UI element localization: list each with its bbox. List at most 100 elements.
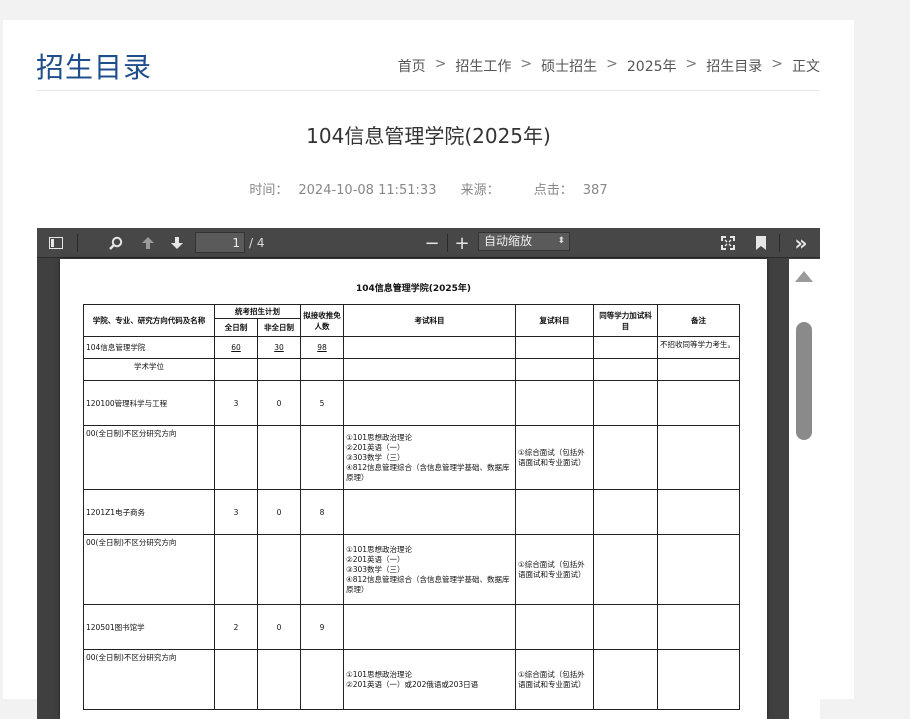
breadcrumb-separator: > (520, 56, 533, 72)
row-equivalent (593, 336, 658, 359)
time-value: 2024-10-08 11:51:33 (298, 183, 437, 198)
row-exam (343, 604, 516, 650)
table-row: 00(全日制)不区分研究方向 ①101思想政治理论 ②201英语（一） ③303数… (83, 534, 740, 605)
row-exam: ①101思想政治理论 ②201英语（一） ③303数学（三） ④812信息管理综… (343, 534, 516, 605)
row-equivalent (593, 604, 658, 650)
row-equivalent (593, 534, 658, 605)
next-page-icon[interactable] (164, 228, 190, 258)
page-number-input[interactable] (195, 232, 245, 253)
table-row: 00(全日制)不区分研究方向 ①101思想政治理论 ②201英语（一）或202俄语… (83, 649, 740, 710)
table-row: 00(全日制)不区分研究方向 ①101思想政治理论 ②201英语（一） ③303数… (83, 425, 740, 490)
header-part-time: 非全日制 (257, 318, 301, 337)
source-label: 来源： (460, 183, 500, 198)
bookmark-icon[interactable] (748, 228, 774, 258)
row-exempt: 9 (300, 604, 344, 650)
breadcrumb-separator: > (434, 56, 447, 72)
row-name: 00(全日制)不区分研究方向 (83, 534, 215, 605)
row-exam (343, 358, 516, 381)
section-title: 招生目录 (36, 51, 153, 84)
row-exempt: 98 (300, 336, 344, 359)
row-remark (657, 604, 740, 650)
table-row: 1201Z1电子商务 3 0 8 (83, 489, 740, 535)
row-full-time (214, 649, 258, 710)
row-part-time (257, 425, 301, 490)
breadcrumb: 首页 > 招生工作 > 硕士招生 > 2025年 > 招生目录 > 正文 (398, 56, 820, 76)
document-title: 104信息管理学院(2025年) (355, 284, 472, 294)
content-card: 招生目录 首页 > 招生工作 > 硕士招生 > 2025年 > 招生目录 > 正… (3, 20, 854, 719)
presentation-mode-icon[interactable] (715, 228, 741, 258)
row-remark: 不招收同等学力考生。 (657, 336, 740, 359)
row-retest (515, 604, 594, 650)
row-retest (515, 358, 594, 381)
row-equivalent (593, 489, 658, 535)
breadcrumb-admissions[interactable]: 招生工作 (455, 56, 511, 76)
meta-source: 来源： (456, 183, 515, 198)
row-exam: ①101思想政治理论 ②201英语（一）或202俄语或203日语 (343, 649, 516, 710)
row-retest (515, 489, 594, 535)
catalog-body: 104信息管理学院 60 3 0 98 不招收同等学力考生。学术学位 120100管理科学与… (83, 336, 740, 710)
time-label: 时间： (249, 183, 289, 198)
row-exempt: 5 (300, 380, 344, 426)
row-equivalent (593, 380, 658, 426)
header-exempt: 拟接收推免人数 (300, 304, 344, 337)
table-row: 学术学位 (83, 358, 740, 381)
row-exam (343, 489, 516, 535)
table-row: 120100管理科学与工程 3 0 5 (83, 380, 740, 426)
header-exam: 考试科目 (343, 304, 516, 337)
meta-clicks: 点击： 387 (529, 183, 613, 198)
row-remark (657, 358, 740, 381)
breadcrumb-year[interactable]: 2025年 (627, 56, 677, 76)
row-equivalent (593, 358, 658, 381)
row-exam: ①101思想政治理论 ②201英语（一） ③303数学（三） ④812信息管理综… (343, 425, 516, 490)
previous-page-icon[interactable] (135, 228, 161, 258)
header-divider (36, 90, 820, 91)
row-name: 104信息管理学院 (83, 336, 215, 359)
row-full-time (214, 534, 258, 605)
pdf-viewer: / 4 − + 自动缩放 ⬍ » 104信息管理学院(2025年) (37, 228, 820, 719)
header-retest: 复试科目 (515, 304, 594, 337)
tools-icon[interactable]: » (787, 228, 815, 258)
breadcrumb-master[interactable]: 硕士招生 (541, 56, 597, 76)
page-total: / 4 (249, 236, 265, 250)
article-title: 104信息管理学院(2025年) (306, 124, 551, 148)
row-equivalent (593, 649, 658, 710)
row-part-time (257, 649, 301, 710)
article-meta: 时间： 2024-10-08 11:51:33 来源： 点击： 387 (3, 179, 854, 198)
zoom-out-icon[interactable]: − (419, 228, 445, 258)
row-part-time: 0 (257, 604, 301, 650)
pdf-page-area[interactable]: 104信息管理学院(2025年) 学院、专业、研究方向代码及名称 统考招生计划 … (37, 259, 820, 719)
row-exempt (300, 425, 344, 490)
header-full-time: 全日制 (214, 318, 258, 337)
pdf-toolbar: / 4 − + 自动缩放 ⬍ » (37, 228, 820, 258)
row-name: 00(全日制)不区分研究方向 (83, 425, 215, 490)
row-exam (343, 380, 516, 426)
search-icon[interactable] (103, 228, 129, 258)
toolbar-separator (779, 234, 780, 252)
header-equivalent: 同等学力加试科目 (593, 304, 658, 337)
catalog-table: 学院、专业、研究方向代码及名称 统考招生计划 拟接收推免人数 考试科目 复试科目… (83, 304, 740, 710)
breadcrumb-separator: > (771, 56, 783, 72)
row-remark (657, 534, 740, 605)
breadcrumb-catalog[interactable]: 招生目录 (706, 56, 762, 76)
clicks-value: 387 (582, 183, 608, 198)
row-name: 1201Z1电子商务 (83, 489, 215, 535)
scrollbar-thumb[interactable] (796, 322, 812, 440)
row-part-time: 0 (257, 489, 301, 535)
row-full-time: 3 (214, 380, 258, 426)
row-remark (657, 649, 740, 710)
pdf-page: 104信息管理学院(2025年) 学院、专业、研究方向代码及名称 统考招生计划 … (60, 259, 767, 719)
header-plan: 统考招生计划 (214, 304, 301, 319)
row-full-time: 60 (214, 336, 258, 359)
row-full-time: 2 (214, 604, 258, 650)
zoom-select[interactable]: 自动缩放 ⬍ (478, 232, 570, 251)
row-part-time (257, 358, 301, 381)
scroll-up-icon[interactable] (795, 271, 813, 282)
toolbar-separator (77, 234, 78, 252)
sidebar-toggle-icon[interactable] (43, 228, 69, 258)
breadcrumb-home[interactable]: 首页 (398, 56, 426, 76)
row-name: 学术学位 (83, 358, 215, 381)
row-retest: ①综合面试（包括外语面试和专业面试） (515, 425, 594, 490)
zoom-in-icon[interactable]: + (449, 228, 475, 258)
header-name: 学院、专业、研究方向代码及名称 (83, 304, 215, 337)
table-row: 104信息管理学院 60 30 98 不招收同等学力考生。 (83, 336, 740, 359)
